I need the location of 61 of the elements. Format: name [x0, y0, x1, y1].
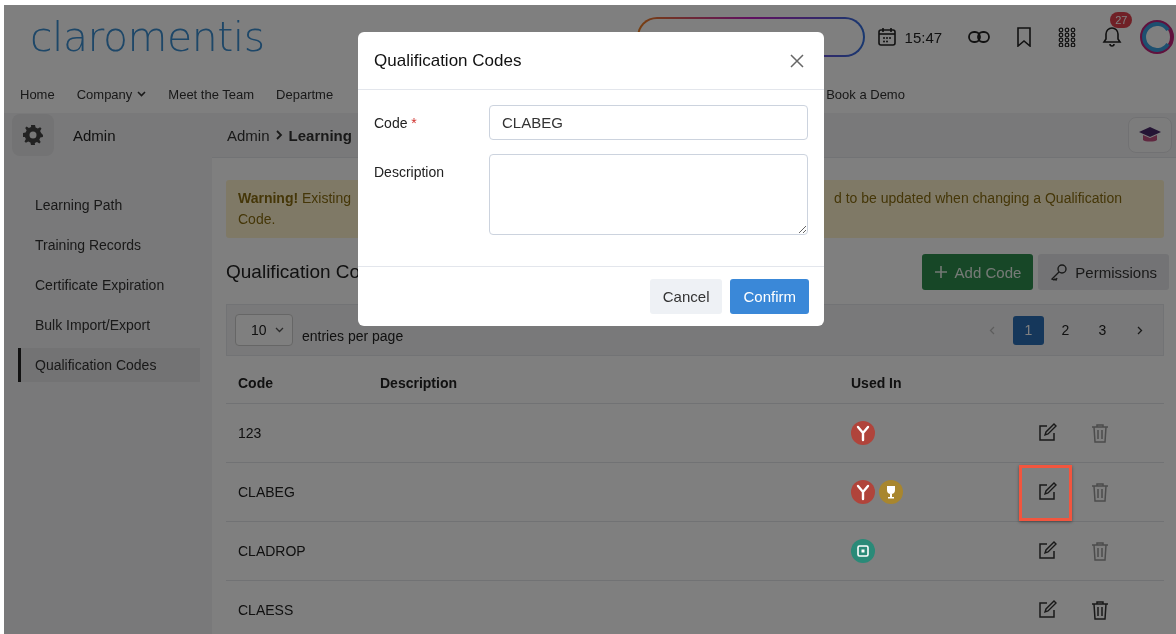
chevron-right-icon	[275, 130, 283, 140]
cancel-button[interactable]: Cancel	[649, 279, 723, 314]
key-icon	[1050, 263, 1069, 281]
table-cell-text: CLAESS	[238, 602, 295, 618]
warning-text: Code.	[238, 210, 276, 229]
gear-icon	[21, 123, 45, 147]
settings-button[interactable]	[12, 114, 54, 156]
column-header: Used In	[851, 374, 903, 391]
page-button[interactable]: 3	[1087, 315, 1118, 345]
sidebar-item[interactable]: Certificate Expiration	[18, 268, 200, 302]
chevron-right-icon	[1136, 325, 1143, 335]
table-cell-text: 123	[238, 425, 263, 441]
chevron-down-icon	[275, 327, 284, 333]
page-size-select[interactable]: 10	[235, 314, 293, 346]
notification-badge: 27	[1110, 12, 1133, 28]
edit-icon[interactable]	[1037, 423, 1057, 443]
table-cell-text: CLABEG	[238, 484, 296, 500]
nav-link[interactable]: Home	[20, 86, 55, 102]
nav-link[interactable]: Book a Demo	[826, 86, 905, 102]
bell-icon[interactable]	[1102, 26, 1123, 48]
plus-icon	[933, 265, 948, 279]
nav-link[interactable]: Departme	[276, 86, 334, 102]
field-label: Description	[374, 163, 446, 180]
warning-text: d to be updated when changing a Qualification	[834, 189, 1122, 208]
chevron-left-icon	[988, 325, 995, 335]
bookmark-icon[interactable]	[1016, 27, 1033, 47]
sidebar-item[interactable]: Bulk Import/Export	[18, 308, 200, 342]
sidebar-item[interactable]: Training Records	[18, 228, 200, 262]
permissions-button[interactable]: Permissions	[1038, 254, 1169, 290]
link-icon[interactable]	[968, 30, 991, 44]
page-button[interactable]: 1	[1013, 315, 1044, 345]
nav-link[interactable]: Meet the Team	[168, 86, 255, 102]
trash-icon[interactable]	[1091, 600, 1109, 620]
dialog-title: Qualification Codes	[374, 50, 522, 71]
edit-icon[interactable]	[1037, 600, 1057, 620]
logo[interactable]: claromentis	[30, 13, 265, 61]
learning-button[interactable]	[1128, 117, 1172, 153]
page-button[interactable]: 2	[1050, 315, 1081, 345]
chevron-down-icon	[137, 91, 147, 97]
edit-icon[interactable]	[1037, 482, 1057, 502]
edit-icon[interactable]	[1037, 541, 1057, 561]
apps-grid-icon[interactable]	[1058, 27, 1077, 47]
breadcrumb-link[interactable]: Admin	[227, 126, 270, 144]
add-code-button[interactable]: Add Code	[921, 254, 1034, 290]
column-header: Code	[238, 374, 274, 391]
table-cell-text: CLADROP	[238, 543, 307, 559]
calendar-icon[interactable]	[876, 27, 897, 47]
nav-link[interactable]: Company	[76, 86, 147, 102]
code-input[interactable]: CLABEG	[489, 105, 808, 140]
column-header: Description	[380, 374, 458, 391]
section-title: Admin	[73, 126, 116, 144]
sidebar-item[interactable]: Learning Path	[18, 188, 200, 222]
field-label: Code *	[374, 114, 418, 131]
breadcrumb-current: Learning	[288, 126, 352, 144]
description-input[interactable]	[489, 154, 808, 235]
avatar-icon[interactable]	[1140, 20, 1175, 54]
sidebar-item[interactable]: Qualification Codes	[18, 348, 200, 382]
warning-text: Warning! Existing	[238, 189, 352, 208]
confirm-button[interactable]: Confirm	[730, 279, 809, 314]
clock-time: 15:47	[904, 28, 943, 46]
page-size-label: entries per page	[302, 327, 404, 344]
